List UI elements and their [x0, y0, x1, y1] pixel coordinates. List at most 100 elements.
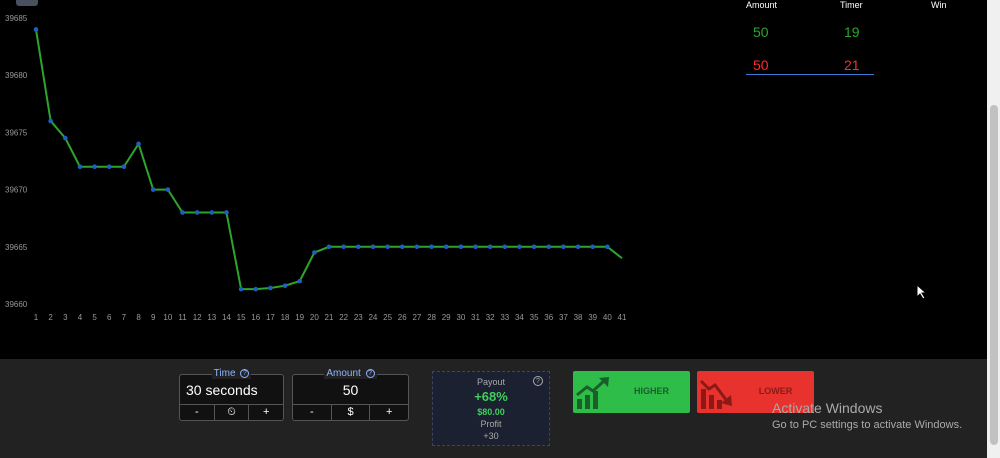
data-point	[546, 244, 552, 250]
higher-label: HIGHER	[633, 386, 669, 396]
x-tick-label: 2	[48, 313, 53, 322]
data-point	[370, 244, 376, 250]
x-tick-label: 24	[368, 313, 377, 322]
x-tick-label: 18	[281, 313, 290, 322]
lower-label: LOWER	[758, 386, 793, 396]
profit-value: +30	[483, 431, 499, 441]
x-tick-label: 26	[398, 313, 407, 322]
x-tick-label: 32	[486, 313, 495, 322]
time-help-icon[interactable]: ?	[240, 368, 250, 378]
time-decrease-button[interactable]: -	[180, 405, 215, 420]
x-tick-label: 12	[193, 313, 202, 322]
x-tick-label: 37	[559, 313, 568, 322]
y-tick-label: 39670	[5, 186, 28, 195]
amount-control: Amount ? 50 - $ +	[292, 368, 409, 421]
x-tick-label: 31	[471, 313, 480, 322]
data-point	[326, 244, 332, 250]
profit-label: Profit	[480, 419, 502, 429]
x-tick-label: 39	[588, 313, 597, 322]
x-tick-label: 4	[78, 313, 83, 322]
data-point	[209, 210, 215, 215]
header-timer: Timer	[840, 0, 863, 10]
data-point	[312, 250, 317, 255]
watermark-title: Activate Windows	[772, 400, 883, 416]
payout-amount: $80.00	[477, 407, 505, 417]
x-tick-label: 36	[544, 313, 553, 322]
x-tick-label: 25	[383, 313, 392, 322]
x-tick-label: 27	[412, 313, 421, 322]
data-point	[590, 244, 595, 250]
x-tick-label: 28	[427, 313, 436, 322]
dollar-icon[interactable]: $	[332, 405, 371, 420]
price-line	[35, 29, 623, 291]
data-point	[63, 135, 68, 141]
amount-decrease-button[interactable]: -	[293, 405, 332, 420]
x-tick-label: 15	[237, 313, 246, 322]
x-tick-label: 21	[325, 313, 334, 322]
data-point	[77, 164, 83, 170]
vertical-scrollbar[interactable]	[987, 0, 1000, 458]
x-tick-label: 30	[456, 313, 465, 322]
data-point	[282, 283, 288, 288]
header-amount: Amount	[746, 0, 778, 10]
data-point	[473, 244, 478, 250]
data-point	[341, 244, 346, 250]
data-point	[268, 285, 273, 291]
amount-increase-button[interactable]: +	[370, 405, 408, 420]
trade-row-1-amount: 50	[753, 24, 769, 40]
y-tick-label: 39685	[5, 14, 28, 23]
payout-help-icon[interactable]: ?	[533, 376, 543, 386]
amount-label-wrap: Amount ?	[293, 368, 408, 379]
x-tick-label: 6	[107, 313, 112, 322]
higher-button[interactable]: HIGHER	[573, 371, 690, 413]
scrollbar-thumb[interactable]	[990, 105, 998, 445]
x-tick-label: 40	[603, 313, 612, 322]
watermark-subtitle: Go to PC settings to activate Windows.	[772, 419, 963, 431]
x-tick-label: 16	[251, 313, 260, 322]
x-tick-label: 14	[222, 313, 231, 322]
data-point	[531, 244, 537, 250]
amount-help-icon[interactable]: ?	[365, 368, 375, 378]
data-point	[150, 187, 156, 192]
trend-down-icon	[699, 379, 732, 409]
time-increase-button[interactable]: +	[249, 405, 283, 420]
data-point	[561, 244, 566, 250]
time-label-wrap: Time ?	[180, 368, 283, 379]
x-tick-label: 22	[339, 313, 348, 322]
data-point	[458, 244, 464, 250]
x-tick-label: 13	[207, 313, 216, 322]
payout-label: Payout	[476, 377, 506, 387]
data-point	[502, 244, 508, 250]
payout-percent: +68%	[474, 389, 508, 404]
data-point	[399, 244, 405, 250]
x-tick-label: 11	[178, 313, 187, 322]
y-tick-label: 39680	[5, 71, 28, 80]
data-point	[33, 27, 39, 32]
data-point	[180, 210, 185, 215]
data-point	[443, 244, 449, 250]
data-point	[517, 244, 522, 250]
payout-panel: ? Payout +68% $80.00 Profit +30	[432, 371, 550, 446]
amount-value[interactable]: 50	[299, 382, 402, 398]
data-point	[224, 210, 229, 215]
y-tick-label: 39665	[5, 243, 28, 252]
y-tick-label: 39660	[5, 300, 28, 309]
trade-row-2-timer: 21	[844, 57, 860, 73]
trades-table: Amount Timer Win 50 19 50 21	[740, 0, 990, 90]
data-point	[429, 244, 434, 250]
x-tick-label: 17	[266, 313, 275, 322]
data-point	[356, 244, 361, 250]
x-tick-label: 9	[151, 313, 156, 322]
header-win: Win	[931, 0, 947, 10]
data-point	[121, 164, 127, 170]
x-tick-label: 5	[92, 313, 97, 322]
time-clock-icon[interactable]: ⏲	[215, 405, 250, 420]
time-value[interactable]: 30 seconds	[186, 382, 277, 398]
data-point	[238, 286, 244, 292]
data-point	[136, 141, 141, 147]
x-tick-label: 8	[136, 313, 141, 322]
windows-activation-watermark: Activate Windows Go to PC settings to ac…	[772, 400, 962, 431]
x-tick-label: 10	[163, 313, 172, 322]
data-point	[92, 164, 97, 170]
data-point	[165, 187, 171, 192]
